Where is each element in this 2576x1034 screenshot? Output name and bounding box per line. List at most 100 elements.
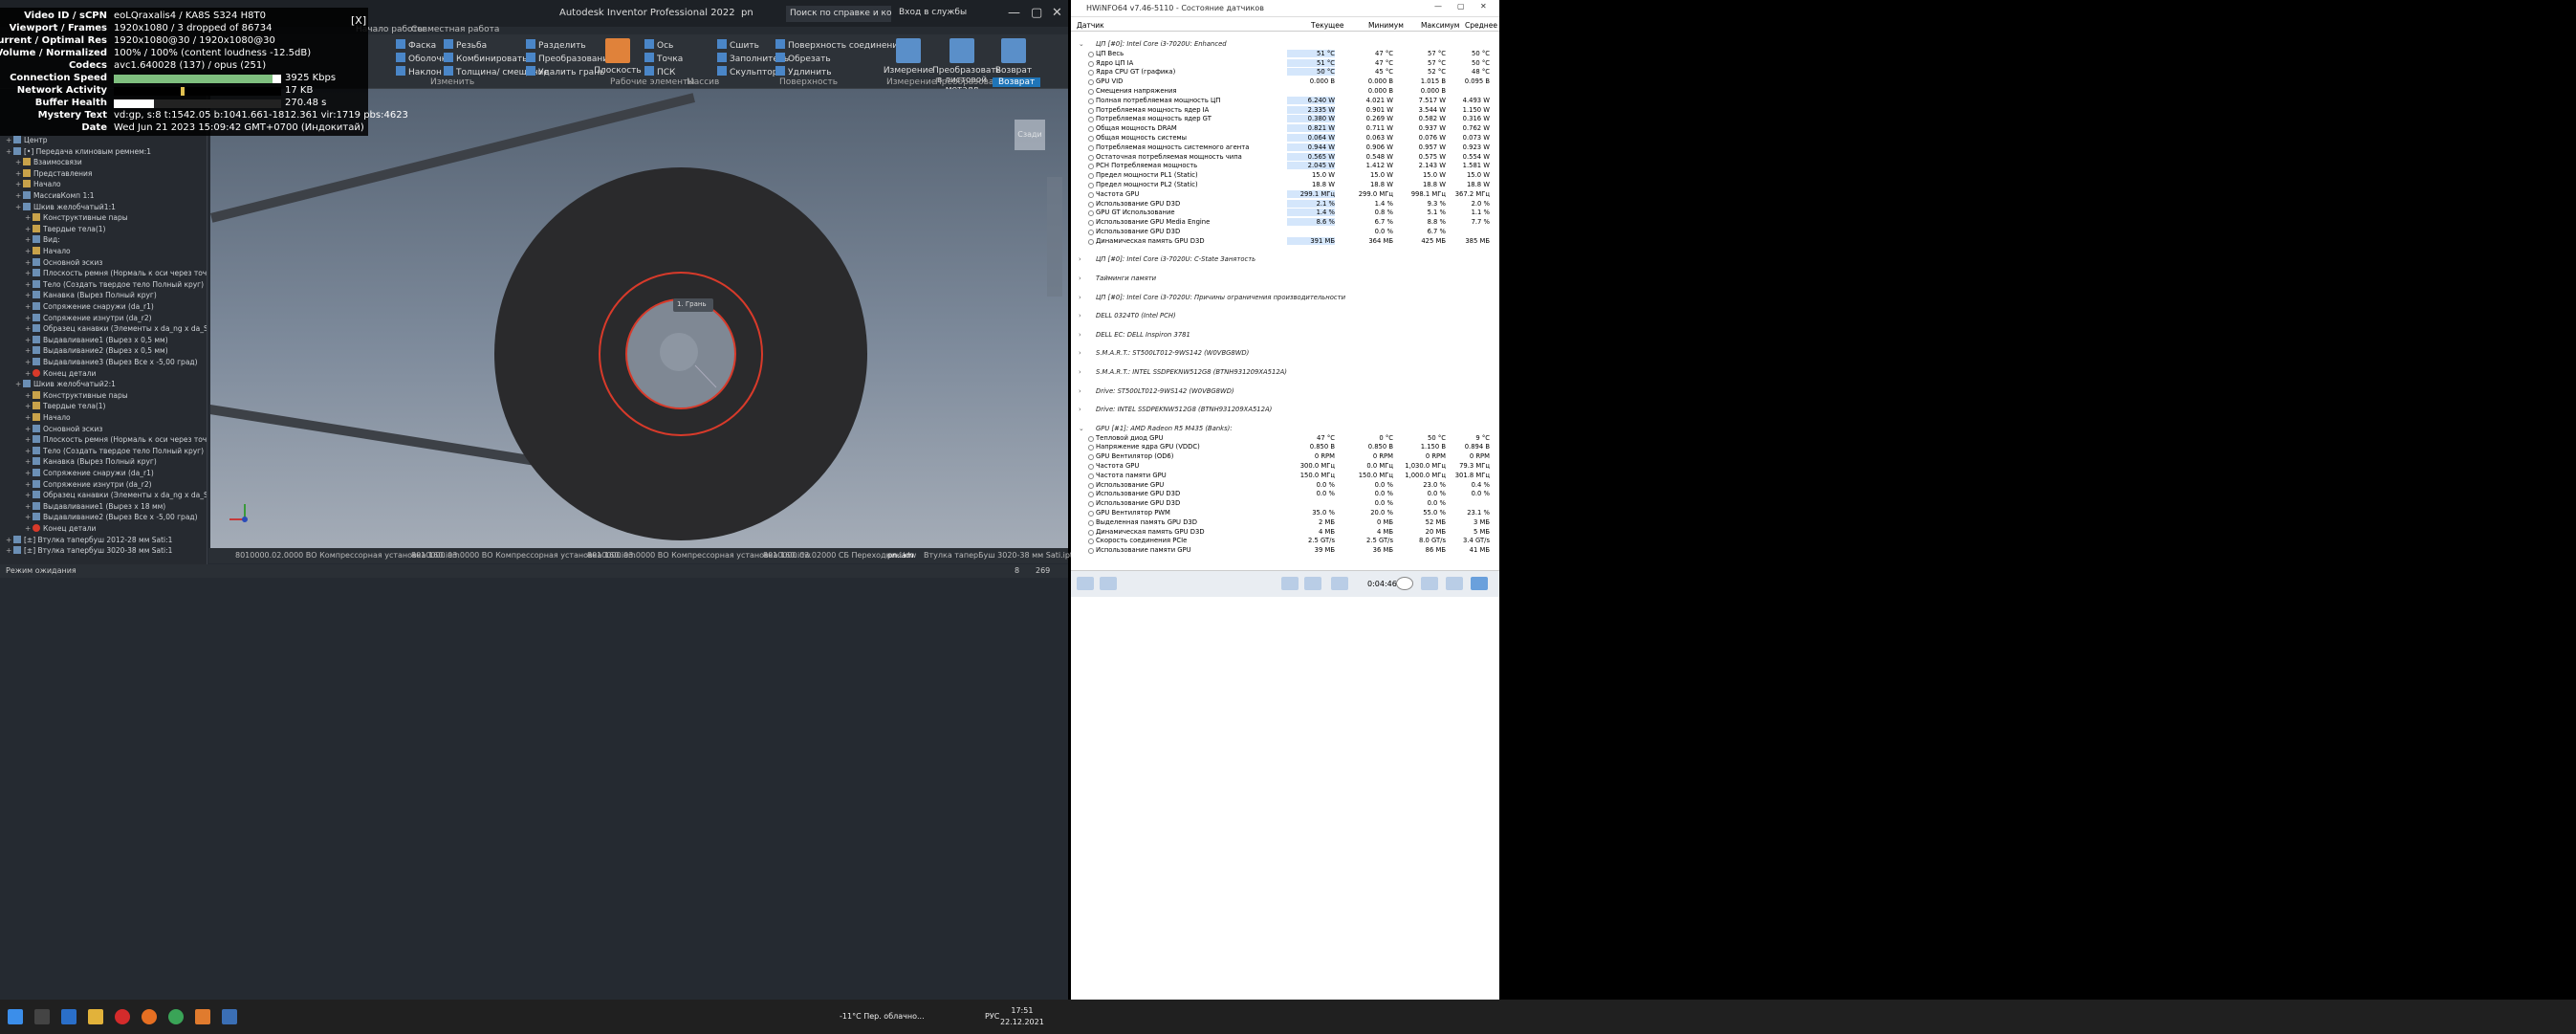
expand-icon[interactable]: + [6,136,13,144]
browser-node[interactable]: + Выдавливание2 (Вырез Все x -5,00 град) [25,513,198,523]
monitor-icon[interactable] [1304,577,1321,590]
browser-node[interactable]: + Тело (Создать твердое тело Полный круг) [25,446,204,457]
browser-node[interactable]: + Выдавливание1 (Вырез x 18 мм) [25,501,165,513]
expand-icon[interactable]: + [6,147,13,156]
expand-icon[interactable]: + [25,413,33,422]
expand-icon[interactable]: + [15,169,23,178]
sensor-group[interactable]: › ЦП [#0]: Intel Core i3-7020U: Причины о… [1071,294,1499,303]
browser-node[interactable]: + Шкив желобчатый2:1 [15,380,116,390]
browser-node[interactable]: + Конструктивные пары [25,213,128,224]
doc-tab-active[interactable]: pn.iam [887,551,914,560]
expand-icon[interactable]: + [15,191,23,200]
group-return[interactable]: Возврат [993,77,1041,87]
maximize-icon[interactable]: ▢ [1031,6,1042,20]
browser-node[interactable]: + Тело (Создать твердое тело Полный круг) [25,279,204,291]
navigation-bar[interactable] [1047,177,1062,297]
browser-node[interactable]: + Центр [6,136,47,146]
expand-icon[interactable]: + [25,480,33,489]
minimize-icon[interactable]: — [1434,2,1442,11]
group-measure[interactable]: Измерение [886,77,936,87]
col-sensor[interactable]: Датчик [1077,21,1104,30]
expand-icon[interactable]: + [25,247,33,255]
sensor-row[interactable]: GPU VID 0.000 В 0.000 В 1.015 В 0.095 В [1071,77,1499,87]
sensor-group[interactable]: › DELL 0324T0 (Intel PCH) [1071,312,1499,321]
expand-icon[interactable]: + [25,358,33,366]
browser-node[interactable]: + Шкив желобчатый1:1 [15,202,116,213]
sensor-row[interactable]: Общая мощность DRAM 0.821 W 0.711 W 0.937 W… [1071,124,1499,134]
exit-icon[interactable] [1471,577,1488,590]
trim-button[interactable]: Обрезать [775,53,831,64]
browser-node[interactable]: + МассивКомп 1:1 [15,191,95,202]
expand-icon[interactable]: + [25,213,33,222]
browser-node[interactable]: + Сопряжение изнутри (da_r2) [25,313,152,324]
col-max[interactable]: Максимум [1421,21,1459,30]
sensor-row[interactable]: Использование GPU Media Engine 8.6 % 6.7 %… [1071,218,1499,228]
expand-icon[interactable]: + [25,469,33,477]
expand-icon[interactable]: › [1079,331,1081,339]
expand-icon[interactable]: + [15,203,23,211]
tab-collaborate[interactable]: Совместная работа [411,25,499,34]
sensor-row[interactable]: GPU Вентилятор PWM 35.0 % 20.0 % 55.0 % 23.1… [1071,509,1499,518]
expand-icon[interactable]: + [15,380,23,388]
sensor-group[interactable]: › Тайминги памяти [1071,275,1499,284]
sensor-row[interactable]: Потребляемая мощность ядер IA 2.335 W 0.90… [1071,105,1499,116]
browser-node[interactable]: + Представления [15,168,92,180]
network-icon[interactable] [1281,577,1299,590]
sensor-row[interactable]: Использование GPU D3D 0.0 % 0.0 % [1071,499,1499,509]
axis-button[interactable]: Ось [644,39,673,51]
return-button[interactable]: Возврат [985,38,1042,76]
expand-icon[interactable]: ⌄ [1079,425,1084,432]
browser-node[interactable]: + Выдавливание2 (Вырез x 0,5 мм) [25,346,168,357]
firefox-icon[interactable] [142,1009,157,1024]
task-view-icon[interactable] [34,1009,50,1024]
reset-icon[interactable] [1446,577,1463,590]
sensor-row[interactable]: Предел мощности PL2 (Static) 18.8 W 18.8 W… [1071,181,1499,190]
sensor-row[interactable]: Частота памяти GPU 150.0 МГц 150.0 МГц 1,00… [1071,472,1499,481]
group-pattern[interactable]: Массив [687,77,719,87]
sensor-row[interactable]: Использование GPU 0.0 % 0.0 % 23.0 % 0.4 % [1071,481,1499,491]
browser-node[interactable]: + Основной эскиз [25,257,102,269]
expand-icon[interactable]: + [25,513,33,521]
browser-node[interactable]: + Конец детали [25,524,96,535]
sensor-row[interactable]: Использование памяти GPU 39 МБ 36 МБ 86 МБ 4… [1071,546,1499,556]
browser-node[interactable]: + Плоскость ремня (Нормаль к оси через то… [25,269,207,279]
close-icon[interactable]: ✕ [1052,6,1062,20]
sculpt-button[interactable]: Скульптор [717,66,777,77]
sensor-row[interactable]: PCH Потребляемая мощность 2.045 W 1.412 W 2… [1071,162,1499,171]
sensor-group[interactable]: ⌄ ЦП [#0]: Intel Core i3-7020U: Enhanced [1071,40,1499,50]
minimize-icon[interactable]: — [1008,6,1020,20]
browser-node[interactable]: + Твердые тела(1) [25,224,105,235]
expand-icon[interactable]: + [25,447,33,455]
expand-icon[interactable]: › [1079,294,1081,301]
expand-icon[interactable]: + [25,314,33,322]
nav-right-icon[interactable] [1100,577,1117,590]
sensor-row[interactable]: Частота GPU 300.0 МГц 0.0 МГц 1,030.0 МГц 79… [1071,462,1499,472]
inventor-icon[interactable] [195,1009,210,1024]
doc-tab[interactable]: Втулка таперБуш 3020-38 мм Sati.ipt [924,551,1073,560]
browser-node[interactable]: + Начало [25,247,71,257]
expand-icon[interactable]: › [1079,275,1081,282]
expand-icon[interactable]: + [25,425,33,433]
sign-in-button[interactable]: Вход в службы [899,8,967,17]
plane-button[interactable]: Плоскость [589,38,646,76]
split-button[interactable]: Разделить [526,39,586,51]
report-icon[interactable] [1421,577,1438,590]
expand-icon[interactable]: + [25,346,33,355]
group-modify[interactable]: Изменить [430,77,474,87]
expand-icon[interactable]: + [25,269,33,277]
sensor-row[interactable]: Потребляемая мощность ядер GT 0.380 W 0.26… [1071,115,1499,124]
expand-icon[interactable]: › [1079,349,1081,357]
explorer-icon[interactable] [88,1009,103,1024]
expand-icon[interactable]: › [1079,312,1081,319]
ucs-button[interactable]: ПСК [644,66,675,77]
expand-icon[interactable]: › [1079,368,1081,376]
browser-node[interactable]: + Образец канавки (Элементы x da_ng x da_… [25,491,207,501]
sensor-row[interactable]: Динамическая память GPU D3D 391 МБ 364 МБ 4… [1071,236,1499,247]
sensor-row[interactable]: Выделенная память GPU D3D 2 МБ 0 МБ 52 МБ 3 … [1071,518,1499,528]
browser-node[interactable]: + Сопряжение снаружи (da_r1) [25,469,154,479]
sensor-row[interactable]: Общая мощность системы 0.064 W 0.063 W 0.07… [1071,134,1499,143]
language-indicator[interactable]: РУС [985,1012,999,1021]
sensor-row[interactable]: Использование GPU D3D 0.0 % 6.7 % [1071,228,1499,237]
browser-node[interactable]: + Плоскость ремня (Нормаль к оси через то… [25,435,207,446]
opera-icon[interactable] [115,1009,130,1024]
